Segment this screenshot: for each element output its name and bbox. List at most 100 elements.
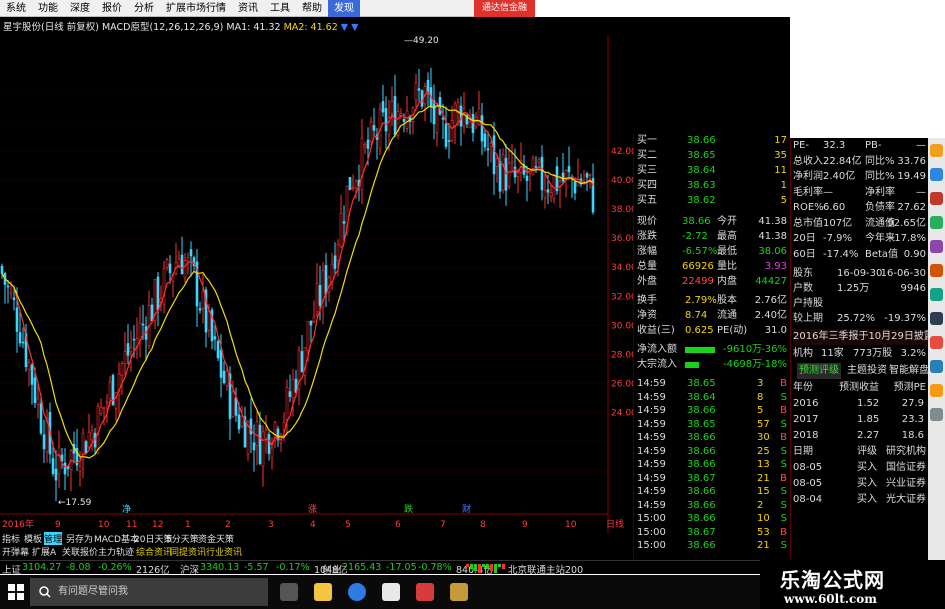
tick-side: B [780, 405, 787, 416]
sidebar-icon-8[interactable] [930, 336, 943, 349]
stat-label: 收益(三) [637, 325, 675, 336]
app-icon-2[interactable] [416, 583, 434, 601]
news-tab[interactable]: 同提资讯 [170, 545, 206, 558]
menu-item-quote[interactable]: 报价 [96, 0, 128, 17]
menu-item-ext-market[interactable]: 扩展市场行情 [160, 0, 232, 17]
holder-label: 户数 [793, 283, 813, 294]
index-pct: -0.78% [418, 562, 452, 573]
stat-label: 内盘 [717, 276, 737, 287]
candle-body [588, 173, 592, 176]
news-tab[interactable]: 关联报价 [62, 545, 98, 558]
flow-value: -9610万 [723, 344, 763, 355]
taskbar-search-box[interactable]: 有问题尽管问我 [30, 578, 268, 606]
candle-body [546, 189, 550, 193]
menu-item-system[interactable]: 系统 [0, 0, 32, 17]
tick-side: S [780, 459, 787, 470]
news-tab[interactable]: 行业资讯 [206, 545, 242, 558]
forecast-year: 2017 [793, 414, 819, 425]
sidebar-icon-3[interactable] [930, 216, 943, 229]
indicator-tab[interactable]: 另存为 [66, 532, 93, 545]
tick-side: S [780, 418, 787, 430]
candle-body [402, 118, 406, 122]
stat-label: PE(动) [717, 325, 748, 336]
indicator-tab[interactable]: 管理 [44, 532, 63, 545]
candle-body [18, 332, 22, 344]
tick-volume: 30 [757, 432, 770, 443]
app-icon-1[interactable] [382, 583, 400, 601]
indicator-tab[interactable]: MACD基本 [94, 532, 139, 545]
candle-body [531, 157, 535, 176]
tab-forecast[interactable]: 预测评级 [797, 363, 841, 379]
sidebar-icon-10[interactable] [930, 384, 943, 397]
rating-col: 研究机构 [886, 446, 926, 457]
indicator-tab[interactable]: 指标 [2, 532, 20, 545]
news-tab[interactable]: 扩展A [32, 545, 56, 558]
candle-body [249, 418, 253, 435]
tick-price: 38.66 [687, 432, 716, 443]
bid-row: 买一 38.66 17 [637, 134, 787, 148]
candle-body [354, 180, 358, 189]
flow-pct: -18% [761, 359, 787, 370]
tick-row: 14:59 38.66 2 S [637, 499, 787, 513]
promo-banner[interactable]: 通达信金融 [473, 0, 535, 17]
news-tab[interactable]: 主力轨迹 [98, 545, 134, 558]
candle-body [258, 424, 262, 465]
x-tick-label: 7 [440, 520, 446, 530]
x-tick-label: 8 [480, 520, 486, 530]
bid-price: 38.63 [687, 180, 716, 191]
sidebar-icon-6[interactable] [930, 288, 943, 301]
stat-label: 量比 [717, 261, 737, 272]
tick-side: S [780, 445, 787, 457]
menu-item-analysis[interactable]: 分析 [128, 0, 160, 17]
tab-analysis[interactable]: 智能解盘 [889, 363, 929, 379]
indicator-tab[interactable]: 资金天策 [198, 532, 234, 545]
app-icon-3[interactable] [450, 583, 468, 601]
chart-title: 星宇股份(日线 前复权) MACD原型(12,26,12,26,9) MA1: … [3, 19, 358, 33]
windows-start-icon[interactable] [8, 584, 24, 600]
tab-theme[interactable]: 主题投资 [847, 363, 887, 379]
forecast-eps: 2.27 [857, 430, 880, 441]
sidebar-icon-7[interactable] [930, 312, 943, 325]
index-value: 2165.43 [342, 562, 382, 573]
menu-item-depth[interactable]: 深度 [64, 0, 96, 17]
index-pct: -0.26% [98, 562, 132, 573]
sidebar-icon-1[interactable] [930, 168, 943, 181]
search-icon [39, 586, 51, 598]
report-notice[interactable]: 2016年三季报于10月29日披露 [793, 329, 934, 345]
news-tab[interactable]: 综合资讯 [136, 545, 172, 558]
index-value: 3340.13 [200, 562, 240, 573]
candle-body [237, 414, 241, 430]
sidebar-icon-2[interactable] [930, 192, 943, 205]
sidebar-icon-5[interactable] [930, 264, 943, 277]
fundamental-row: 总收入 22.84亿 同比% 33.76 [793, 154, 928, 170]
menu-item-news[interactable]: 资讯 [232, 0, 264, 17]
browser-icon[interactable] [348, 583, 366, 601]
menu-item-tools[interactable]: 工具 [264, 0, 296, 17]
stat-value: 38.66 [682, 216, 711, 227]
expand-icon[interactable] [930, 144, 943, 157]
sidebar-icon-9[interactable] [930, 360, 943, 373]
stat-label: 最低 [717, 246, 737, 257]
rating-date: 08-04 [793, 494, 823, 505]
menu-item-function[interactable]: 功能 [32, 0, 64, 17]
candle-body [525, 175, 529, 181]
candle-body [300, 351, 304, 372]
menu-item-help[interactable]: 帮助 [296, 0, 328, 17]
chart-area[interactable]: 42.00 40.00 38.00 36.00 34.00 32.00 30.00 28.00… [0, 17, 790, 560]
forecast-year: 2016 [793, 398, 819, 409]
candle-body [54, 468, 58, 481]
rating-org: 国信证券 [886, 462, 926, 473]
stat-row: 涨跌 -2.72 最高 41.38 [637, 230, 787, 244]
fund-value: 92.65亿 [887, 217, 926, 229]
file-explorer-icon[interactable] [314, 583, 332, 601]
indicator-tab[interactable]: 模板 [24, 532, 42, 545]
indicator-tab[interactable]: 5分天策 [166, 532, 199, 545]
sidebar-icon-4[interactable] [930, 240, 943, 253]
tick-time: 15:00 [637, 540, 666, 551]
news-tab[interactable]: 开弹幕 [2, 545, 29, 558]
candle-body [120, 363, 124, 376]
sidebar-icon-11[interactable] [930, 408, 943, 421]
x-tick-label: 6 [395, 520, 401, 530]
task-view-icon[interactable] [280, 583, 298, 601]
menu-item-discover[interactable]: 发现 [328, 0, 360, 17]
